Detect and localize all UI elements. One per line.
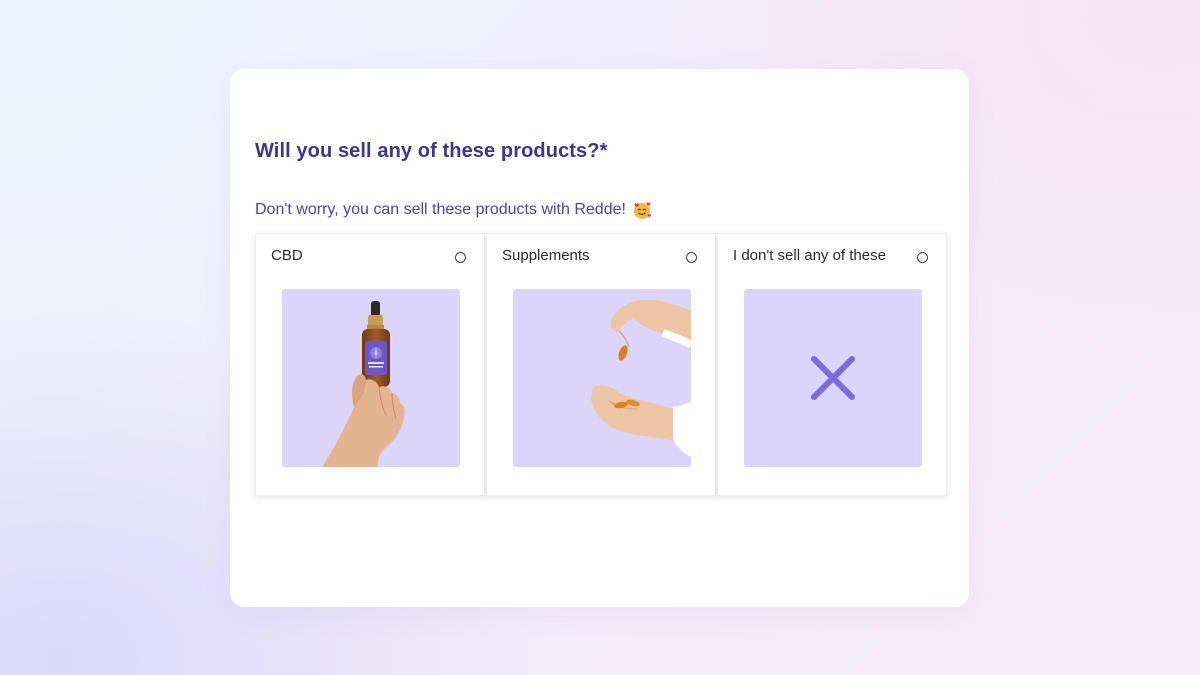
option-label: Supplements <box>502 247 590 264</box>
smiling-face-with-hearts-icon <box>632 200 652 220</box>
option-label: I don't sell any of these <box>733 247 886 264</box>
option-none[interactable]: I don't sell any of these <box>717 233 947 496</box>
helper-text-row: Don't worry, you can sell these products… <box>255 200 652 220</box>
option-cbd[interactable]: CBD <box>255 233 485 496</box>
option-label: CBD <box>271 247 303 264</box>
supplement-capsules-image <box>513 289 691 467</box>
cbd-oil-bottle-image <box>282 289 460 467</box>
helper-text: Don't worry, you can sell these products… <box>255 201 626 218</box>
radio-button-none[interactable] <box>917 252 928 263</box>
radio-button-supplements[interactable] <box>686 252 697 263</box>
form-card: Will you sell any of these products?* Do… <box>230 69 969 607</box>
option-supplements[interactable]: Supplements <box>486 233 716 496</box>
radio-button-cbd[interactable] <box>455 252 466 263</box>
product-options: CBD Supplements I don't sell any of thes… <box>255 233 947 496</box>
close-x-icon <box>744 289 922 467</box>
question-title: Will you sell any of these products?* <box>255 140 608 162</box>
